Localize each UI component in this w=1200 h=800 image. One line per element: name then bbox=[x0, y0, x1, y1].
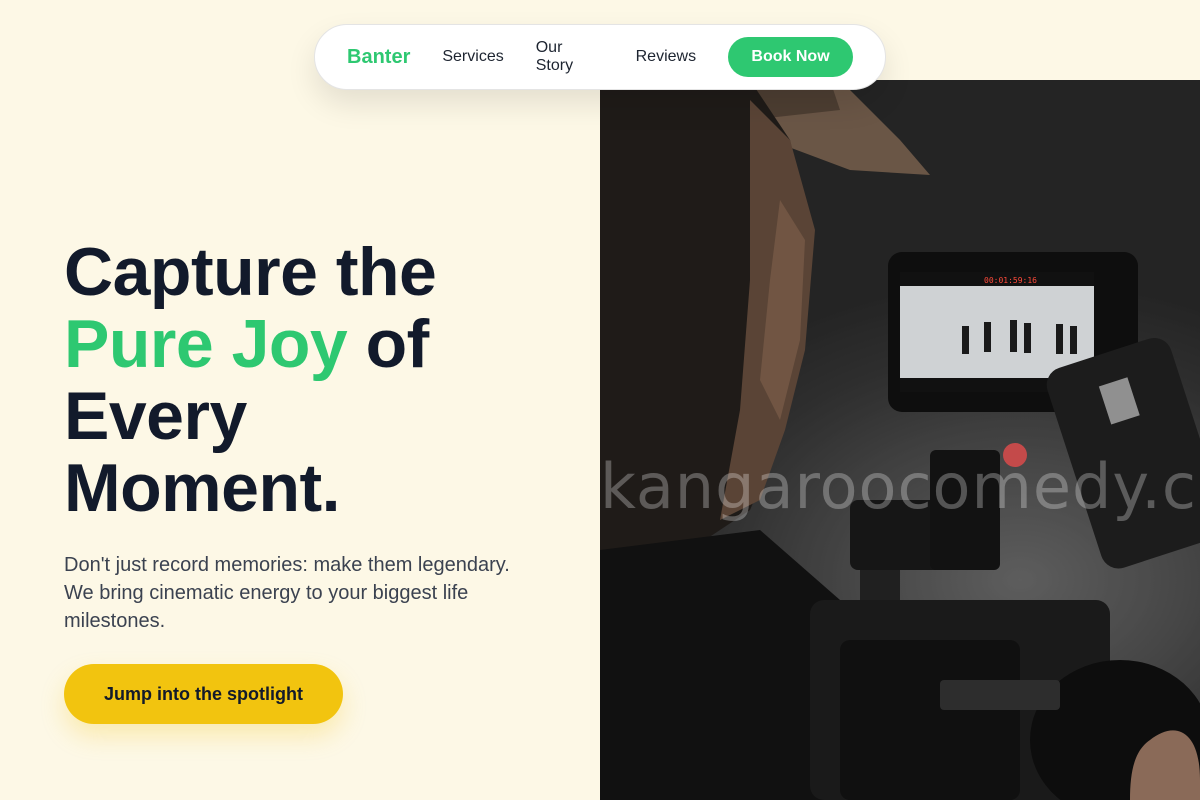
nav-link-services[interactable]: Services bbox=[442, 48, 503, 66]
headline-accent: Pure Joy bbox=[64, 306, 348, 382]
nav-link-our-story[interactable]: Our Story bbox=[536, 39, 604, 75]
headline-line-3: Every bbox=[64, 378, 247, 454]
headline-line-4: Moment. bbox=[64, 450, 341, 526]
book-now-button[interactable]: Book Now bbox=[728, 37, 853, 77]
top-nav: Banter Services Our Story Reviews Book N… bbox=[314, 24, 886, 90]
hero-headline: Capture the Pure Joy of Every Moment. bbox=[64, 236, 584, 524]
hero-text: Capture the Pure Joy of Every Moment. Do… bbox=[64, 236, 584, 635]
photo-watermark: kangaroocomedy.com bbox=[600, 450, 1200, 523]
hero-subtext: Don't just record memories: make them le… bbox=[64, 554, 510, 632]
nav-link-reviews[interactable]: Reviews bbox=[636, 48, 696, 66]
landing-page: 00:01:59:16 kangaroocomedy.com Banter Se… bbox=[0, 0, 1200, 800]
headline-line-1: Capture the bbox=[64, 234, 437, 310]
cameraman-illustration: 00:01:59:16 bbox=[600, 80, 1200, 800]
hero-photo: 00:01:59:16 kangaroocomedy.com bbox=[600, 80, 1200, 800]
brand-logo[interactable]: Banter bbox=[347, 46, 410, 69]
monitor-timecode: 00:01:59:16 bbox=[984, 276, 1037, 285]
spotlight-cta-button[interactable]: Jump into the spotlight bbox=[64, 664, 343, 724]
headline-line-2-rest: of bbox=[347, 306, 430, 382]
